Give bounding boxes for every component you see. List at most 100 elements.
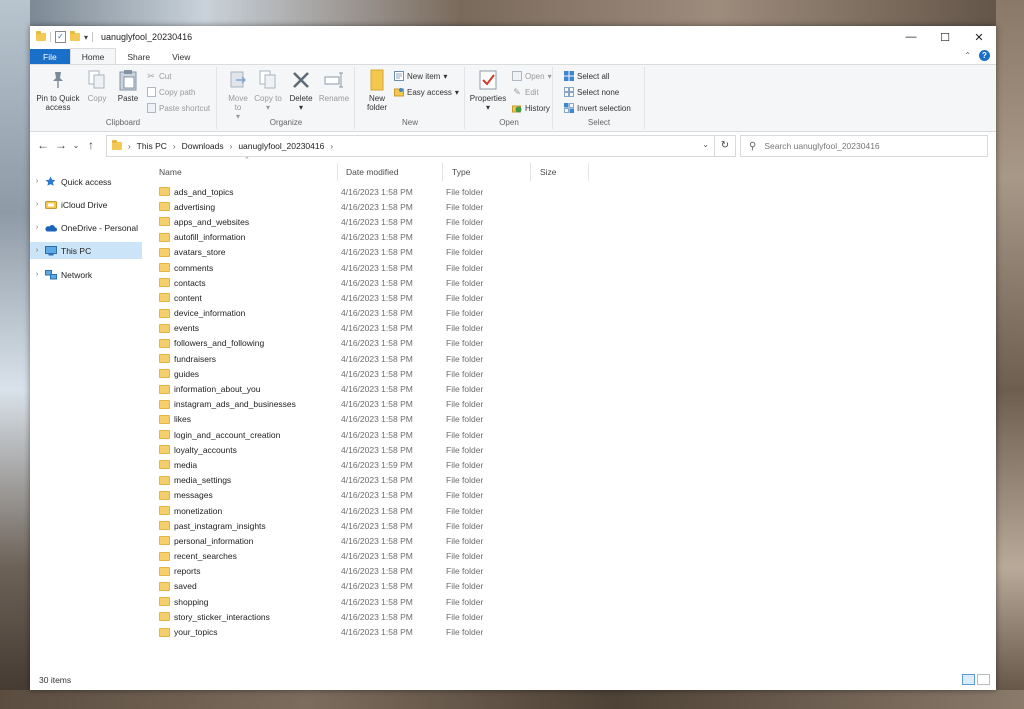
file-name-cell[interactable]: instagram_ads_and_businesses xyxy=(152,399,338,409)
table-row[interactable]: monetization 4/16/2023 1:58 PM File folder xyxy=(152,503,612,518)
column-header-name[interactable]: ⌃ Name xyxy=(152,157,338,181)
breadcrumb-this-pc[interactable]: This PC xyxy=(137,141,167,151)
details-view-icon[interactable] xyxy=(962,674,975,685)
table-row[interactable]: story_sticker_interactions 4/16/2023 1:58… xyxy=(152,609,612,624)
new-item-button[interactable]: New item ▾ xyxy=(394,71,447,81)
table-row[interactable]: contacts 4/16/2023 1:58 PM File folder xyxy=(152,275,612,290)
table-row[interactable]: device_information 4/16/2023 1:58 PM File … xyxy=(152,306,612,321)
column-header-size[interactable]: Size xyxy=(531,163,589,181)
table-row[interactable]: comments 4/16/2023 1:58 PM File folder xyxy=(152,260,612,275)
delete-button[interactable]: Delete ▾ xyxy=(286,69,316,112)
table-row[interactable]: personal_information 4/16/2023 1:58 PM Fil… xyxy=(152,533,612,548)
table-row[interactable]: instagram_ads_and_businesses 4/16/2023 1:… xyxy=(152,397,612,412)
select-none-button[interactable]: Select none xyxy=(564,87,619,97)
nav-item-quick-access[interactable]: › Quick access xyxy=(30,173,142,190)
move-to-button[interactable]: Move to ▾ xyxy=(224,69,252,121)
nav-item-this-pc[interactable]: › This PC xyxy=(30,242,142,259)
file-name-cell[interactable]: recent_searches xyxy=(152,551,338,561)
table-row[interactable]: avatars_store 4/16/2023 1:58 PM File folde… xyxy=(152,245,612,260)
file-name-cell[interactable]: guides xyxy=(152,369,338,379)
back-arrow-icon[interactable]: ← xyxy=(34,138,52,152)
file-name-cell[interactable]: shopping xyxy=(152,597,338,607)
file-name-cell[interactable]: followers_and_following xyxy=(152,338,338,348)
breadcrumb-separator-icon[interactable]: › xyxy=(330,142,333,151)
address-bar[interactable]: › This PC › Downloads › uanuglyfool_2023… xyxy=(106,135,736,157)
recent-locations-chevron-icon[interactable]: ⌄ xyxy=(70,141,82,150)
table-row[interactable]: guides 4/16/2023 1:58 PM File folder xyxy=(152,366,612,381)
table-row[interactable]: content 4/16/2023 1:58 PM File folder xyxy=(152,290,612,305)
expand-chevron-icon[interactable]: › xyxy=(30,247,44,254)
tab-share[interactable]: Share xyxy=(116,49,161,64)
table-row[interactable]: login_and_account_creation 4/16/2023 1:58… xyxy=(152,427,612,442)
properties-button[interactable]: Properties ▾ xyxy=(468,69,508,112)
invert-selection-button[interactable]: Invert selection xyxy=(564,103,631,113)
file-name-cell[interactable]: information_about_you xyxy=(152,384,338,394)
file-name-cell[interactable]: saved xyxy=(152,581,338,591)
file-name-cell[interactable]: story_sticker_interactions xyxy=(152,612,338,622)
copy-path-button[interactable]: Copy path xyxy=(146,87,195,97)
file-name-cell[interactable]: past_instagram_insights xyxy=(152,521,338,531)
rename-button[interactable]: Rename xyxy=(318,69,350,103)
table-row[interactable]: messages 4/16/2023 1:58 PM File folder xyxy=(152,488,612,503)
forward-arrow-icon[interactable]: → xyxy=(52,138,70,152)
column-header-type[interactable]: Type xyxy=(443,163,531,181)
file-name-cell[interactable]: advertising xyxy=(152,202,338,212)
nav-item-network[interactable]: › Network xyxy=(30,266,142,283)
properties-quick-icon[interactable]: ✓ xyxy=(55,31,66,43)
tab-file[interactable]: File xyxy=(30,49,70,64)
edit-button[interactable]: ✎ Edit xyxy=(512,87,539,97)
up-arrow-icon[interactable]: ↑ xyxy=(82,138,100,152)
table-row[interactable]: likes 4/16/2023 1:58 PM File folder xyxy=(152,412,612,427)
table-row[interactable]: your_topics 4/16/2023 1:58 PM File folder xyxy=(152,624,612,639)
tab-home[interactable]: Home xyxy=(69,48,117,64)
file-name-cell[interactable]: apps_and_websites xyxy=(152,217,338,227)
file-name-cell[interactable]: contacts xyxy=(152,278,338,288)
table-row[interactable]: fundraisers 4/16/2023 1:58 PM File folder xyxy=(152,351,612,366)
breadcrumb-separator-icon[interactable]: › xyxy=(173,142,176,151)
file-name-cell[interactable]: loyalty_accounts xyxy=(152,445,338,455)
customize-toolbar-chevron-icon[interactable]: ▾ xyxy=(84,33,88,42)
file-name-cell[interactable]: comments xyxy=(152,263,338,273)
table-row[interactable]: information_about_you 4/16/2023 1:58 PM Fi… xyxy=(152,381,612,396)
paste-button[interactable]: Paste xyxy=(114,69,142,103)
table-row[interactable]: ads_and_topics 4/16/2023 1:58 PM File fold… xyxy=(152,184,612,199)
breadcrumb-separator-icon[interactable]: › xyxy=(230,142,233,151)
table-row[interactable]: advertising 4/16/2023 1:58 PM File folder xyxy=(152,199,612,214)
easy-access-button[interactable]: Easy access ▾ xyxy=(394,87,459,97)
file-name-cell[interactable]: personal_information xyxy=(152,536,338,546)
table-row[interactable]: events 4/16/2023 1:58 PM File folder xyxy=(152,321,612,336)
refresh-icon[interactable]: ↻ xyxy=(714,136,735,156)
close-button[interactable]: ✕ xyxy=(962,26,996,48)
select-all-button[interactable]: Select all xyxy=(564,71,609,81)
nav-item-onedrive[interactable]: › OneDrive - Personal xyxy=(30,219,142,236)
expand-chevron-icon[interactable]: › xyxy=(30,271,44,278)
file-name-cell[interactable]: autofill_information xyxy=(152,232,338,242)
minimize-ribbon-chevron-icon[interactable]: ⌃ xyxy=(964,51,971,60)
breadcrumb-current-folder[interactable]: uanuglyfool_20230416 xyxy=(238,141,324,151)
file-name-cell[interactable]: your_topics xyxy=(152,627,338,637)
breadcrumb-separator-icon[interactable]: › xyxy=(128,142,131,151)
help-icon[interactable]: ? xyxy=(979,50,990,61)
copy-to-button[interactable]: Copy to ▾ xyxy=(254,69,282,112)
file-name-cell[interactable]: events xyxy=(152,323,338,333)
minimize-button[interactable]: — xyxy=(894,26,928,48)
table-row[interactable]: followers_and_following 4/16/2023 1:58 PM… xyxy=(152,336,612,351)
file-name-cell[interactable]: media xyxy=(152,460,338,470)
new-folder-button[interactable]: New folder xyxy=(362,69,392,112)
table-row[interactable]: reports 4/16/2023 1:58 PM File folder xyxy=(152,564,612,579)
file-name-cell[interactable]: reports xyxy=(152,566,338,576)
expand-chevron-icon[interactable]: › xyxy=(30,201,44,208)
cut-button[interactable]: ✂ Cut xyxy=(146,71,171,81)
nav-item-icloud-drive[interactable]: › iCloud Drive xyxy=(30,196,142,213)
new-folder-quick-icon[interactable] xyxy=(70,31,80,41)
expand-chevron-icon[interactable]: › xyxy=(30,178,44,185)
table-row[interactable]: recent_searches 4/16/2023 1:58 PM File fol… xyxy=(152,549,612,564)
table-row[interactable]: loyalty_accounts 4/16/2023 1:58 PM File fo… xyxy=(152,442,612,457)
file-name-cell[interactable]: avatars_store xyxy=(152,247,338,257)
expand-chevron-icon[interactable]: › xyxy=(30,224,44,231)
table-row[interactable]: shopping 4/16/2023 1:58 PM File folder xyxy=(152,594,612,609)
table-row[interactable]: media_settings 4/16/2023 1:58 PM File fold… xyxy=(152,473,612,488)
maximize-button[interactable]: ☐ xyxy=(928,26,962,48)
breadcrumb-downloads[interactable]: Downloads xyxy=(182,141,224,151)
file-name-cell[interactable]: content xyxy=(152,293,338,303)
